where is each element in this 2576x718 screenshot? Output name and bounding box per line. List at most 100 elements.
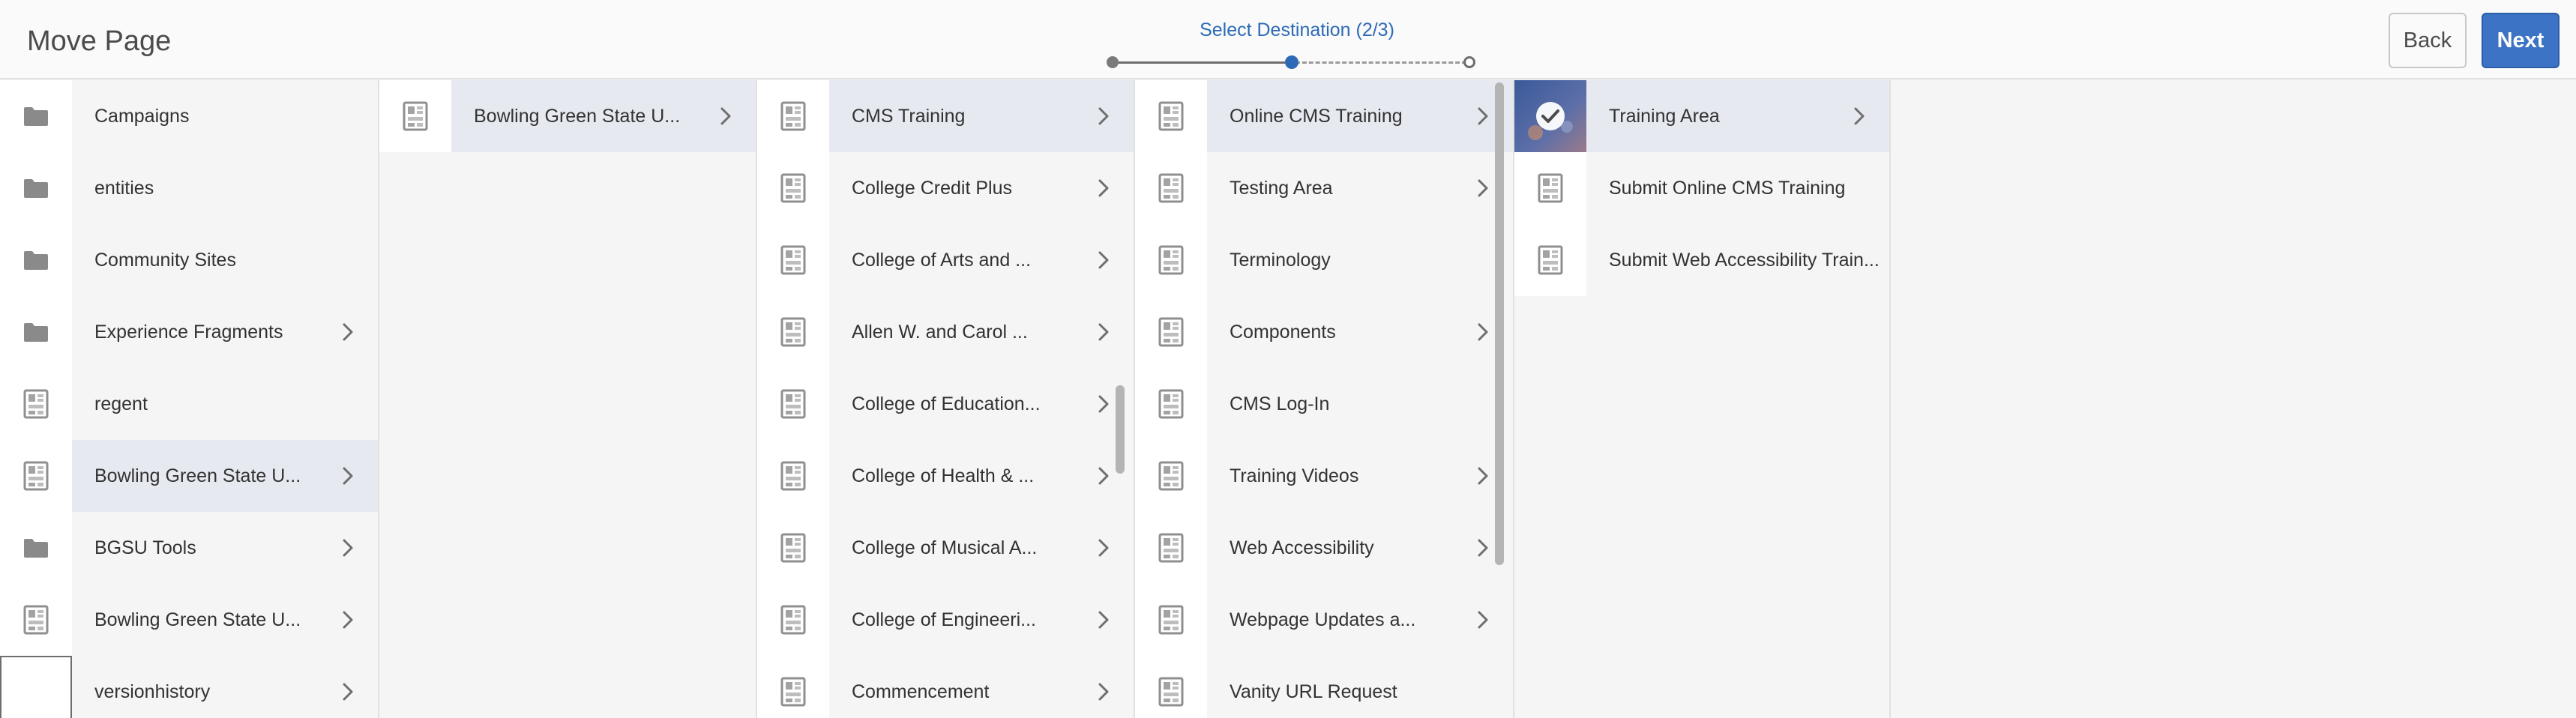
folder-icon[interactable] <box>0 224 72 296</box>
page-icon[interactable] <box>757 512 829 584</box>
page-icon[interactable] <box>1135 368 1207 440</box>
chevron-right-icon[interactable] <box>337 465 358 486</box>
chevron-right-icon[interactable] <box>1472 609 1493 630</box>
chevron-right-icon[interactable] <box>1093 465 1114 486</box>
item-label: Training Area <box>1609 106 1720 127</box>
page-icon[interactable] <box>0 368 72 440</box>
page-icon[interactable] <box>1135 80 1207 152</box>
column-4-item[interactable]: Web Accessibility <box>1135 512 1513 584</box>
page-icon[interactable] <box>1135 512 1207 584</box>
chevron-right-icon[interactable] <box>1472 537 1493 558</box>
back-button[interactable]: Back <box>2389 13 2467 68</box>
column-1-item[interactable]: entities <box>0 152 378 224</box>
page-icon[interactable] <box>1135 440 1207 512</box>
column-1-item[interactable]: Campaigns <box>0 80 378 152</box>
page-icon[interactable] <box>757 80 829 152</box>
folder-icon[interactable] <box>0 152 72 224</box>
page-icon[interactable] <box>757 584 829 656</box>
chevron-right-icon[interactable] <box>337 322 358 343</box>
column-3-item[interactable]: College of Musical A... <box>757 512 1134 584</box>
chevron-right-icon[interactable] <box>1472 178 1493 199</box>
column-1-item[interactable]: Bowling Green State U... <box>0 440 378 512</box>
chevron-right-icon[interactable] <box>1849 106 1870 127</box>
column-3-item[interactable]: College of Health & ... <box>757 440 1134 512</box>
page-icon[interactable] <box>379 80 451 152</box>
chevron-right-icon[interactable] <box>1093 681 1114 702</box>
page-icon[interactable] <box>1135 152 1207 224</box>
item-label: Online CMS Training <box>1230 106 1403 127</box>
column-4-item[interactable]: Online CMS Training <box>1135 80 1513 152</box>
column-4-item[interactable]: Training Videos <box>1135 440 1513 512</box>
folder-icon[interactable] <box>0 296 72 368</box>
folder-icon[interactable] <box>0 512 72 584</box>
column-1-item[interactable]: Bowling Green State U... <box>0 584 378 656</box>
column-3-item[interactable]: Commencement <box>757 656 1134 718</box>
checked-thumbnail[interactable] <box>1514 80 1586 152</box>
page-icon[interactable] <box>757 224 829 296</box>
blank-thumbnail[interactable] <box>0 656 72 718</box>
chevron-right-icon[interactable] <box>1093 250 1114 271</box>
chevron-right-icon[interactable] <box>1093 609 1114 630</box>
item-label: College of Education... <box>852 393 1041 414</box>
page-icon[interactable] <box>757 440 829 512</box>
column-4-item[interactable]: Components <box>1135 296 1513 368</box>
page-icon[interactable] <box>757 656 829 718</box>
column-4-item[interactable]: Webpage Updates a... <box>1135 584 1513 656</box>
page-icon[interactable] <box>1135 656 1207 718</box>
column-1-item[interactable]: Community Sites <box>0 224 378 296</box>
column-4[interactable]: Online CMS Training Testing Area Terminolo… <box>1135 80 1514 718</box>
column-1-item[interactable]: versionhistory <box>0 656 378 718</box>
column-3-item[interactable]: CMS Training <box>757 80 1134 152</box>
page-icon[interactable] <box>0 584 72 656</box>
next-button[interactable]: Next <box>2482 13 2560 68</box>
item-label: College Credit Plus <box>852 178 1012 199</box>
chevron-right-icon[interactable] <box>1472 106 1493 127</box>
chevron-right-icon[interactable] <box>1093 106 1114 127</box>
item-label: Testing Area <box>1230 178 1333 199</box>
chevron-right-icon[interactable] <box>1472 322 1493 343</box>
page-icon[interactable] <box>1135 584 1207 656</box>
column-3-item[interactable]: College of Engineeri... <box>757 584 1134 656</box>
column-1-item[interactable]: BGSU Tools <box>0 512 378 584</box>
chevron-right-icon[interactable] <box>1472 465 1493 486</box>
item-label: College of Arts and ... <box>852 250 1032 271</box>
chevron-right-icon[interactable] <box>1093 178 1114 199</box>
page-icon[interactable] <box>757 368 829 440</box>
column-1-item[interactable]: Experience Fragments <box>0 296 378 368</box>
chevron-right-icon[interactable] <box>1093 322 1114 343</box>
column-3-item[interactable]: College Credit Plus <box>757 152 1134 224</box>
column-4-item[interactable]: Testing Area <box>1135 152 1513 224</box>
column-5-item[interactable]: Submit Online CMS Training <box>1514 152 1889 224</box>
page-icon[interactable] <box>1135 296 1207 368</box>
column-3-item[interactable]: College of Education... <box>757 368 1134 440</box>
column-3[interactable]: CMS Training College Credit Plus College o… <box>757 80 1135 718</box>
column-4-item[interactable]: Terminology <box>1135 224 1513 296</box>
column-2[interactable]: Bowling Green State U... <box>379 80 757 718</box>
chevron-right-icon[interactable] <box>337 681 358 702</box>
column-1-item[interactable]: regent <box>0 368 378 440</box>
column-3-scrollbar[interactable] <box>1116 385 1125 474</box>
folder-icon[interactable] <box>0 80 72 152</box>
page-icon[interactable] <box>757 152 829 224</box>
page-icon[interactable] <box>1514 224 1586 296</box>
page-icon[interactable] <box>1135 224 1207 296</box>
column-3-item[interactable]: Allen W. and Carol ... <box>757 296 1134 368</box>
column-4-scrollbar[interactable] <box>1495 82 1504 565</box>
column-4-item[interactable]: CMS Log-In <box>1135 368 1513 440</box>
chevron-right-icon[interactable] <box>715 106 736 127</box>
chevron-right-icon[interactable] <box>337 537 358 558</box>
column-5[interactable]: Training Area Submit Online CMS Training S… <box>1514 80 1891 718</box>
column-2-item[interactable]: Bowling Green State U... <box>379 80 756 152</box>
column-5-item[interactable]: Training Area <box>1514 80 1889 152</box>
page-icon[interactable] <box>1514 152 1586 224</box>
wizard-track-remaining <box>1295 61 1466 64</box>
page-icon[interactable] <box>0 440 72 512</box>
page-icon[interactable] <box>757 296 829 368</box>
column-1[interactable]: Campaigns entities Community Sites Experien… <box>0 80 379 718</box>
column-5-item[interactable]: Submit Web Accessibility Train... <box>1514 224 1889 296</box>
chevron-right-icon[interactable] <box>1093 393 1114 414</box>
column-4-item[interactable]: Vanity URL Request <box>1135 656 1513 718</box>
chevron-right-icon[interactable] <box>1093 537 1114 558</box>
chevron-right-icon[interactable] <box>337 609 358 630</box>
column-3-item[interactable]: College of Arts and ... <box>757 224 1134 296</box>
